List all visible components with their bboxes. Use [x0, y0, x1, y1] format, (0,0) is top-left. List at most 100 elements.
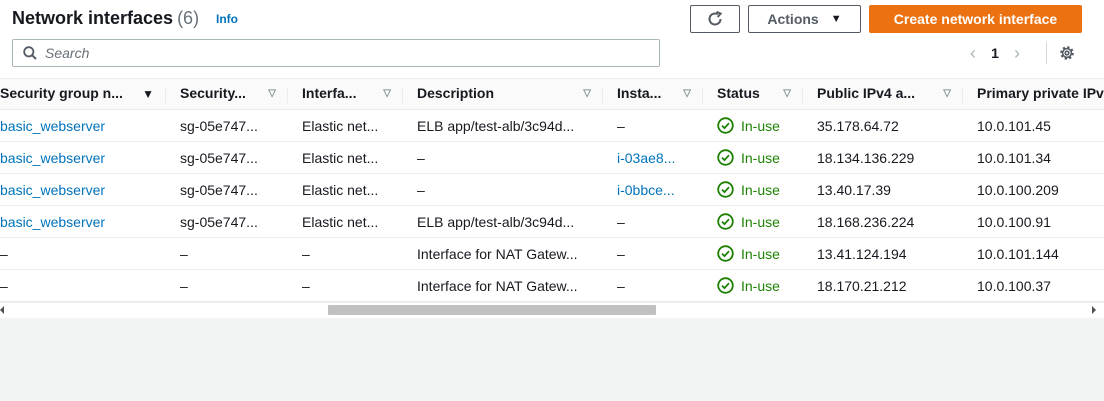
sort-icon: ▽	[268, 88, 276, 99]
cell-security-group-id: –	[166, 269, 288, 302]
cell-public-ipv4: 13.40.17.39	[803, 173, 963, 206]
column-header-security-group-id[interactable]: Security... ▽	[166, 78, 288, 110]
status-text: In-use	[741, 277, 780, 294]
status-text: In-use	[741, 245, 780, 262]
table-row[interactable]: basic_webserver sg-05e747... Elastic net..…	[0, 205, 1104, 238]
cell-security-group-id: –	[166, 237, 288, 270]
cell-public-ipv4: 35.178.64.72	[803, 109, 963, 142]
cell-security-group-name: basic_webserver	[0, 173, 166, 206]
cell-instance-id: i-03ae8...	[603, 141, 703, 174]
cell-instance-id: –	[603, 109, 703, 142]
cell-security-group-id: sg-05e747...	[166, 109, 288, 142]
sort-icon: ▽	[383, 88, 391, 99]
refresh-button[interactable]	[690, 5, 740, 33]
network-interfaces-table: Security group n... ▼ Security... ▽ Interf…	[0, 78, 1104, 302]
scrollbar-thumb[interactable]	[328, 305, 656, 315]
cell-status: In-use	[703, 237, 803, 270]
create-network-interface-button[interactable]: Create network interface	[869, 5, 1082, 33]
cell-primary-private-ipv4: 10.0.100.37	[963, 269, 1104, 302]
check-circle-icon	[717, 181, 734, 198]
table-header-row: Security group n... ▼ Security... ▽ Interf…	[0, 78, 1104, 110]
status-indicator: In-use	[717, 245, 803, 262]
check-circle-icon	[717, 245, 734, 262]
cell-security-group-name: basic_webserver	[0, 141, 166, 174]
status-text: In-use	[741, 117, 780, 134]
previous-page-icon[interactable]: ‹	[962, 43, 984, 64]
cell-primary-private-ipv4: 10.0.100.91	[963, 205, 1104, 238]
search-bar	[12, 39, 660, 67]
cell-instance-id-link[interactable]: i-0bbce...	[617, 182, 675, 198]
table-row[interactable]: basic_webserver sg-05e747... Elastic net..…	[0, 109, 1104, 142]
column-header-description[interactable]: Description ▽	[403, 78, 603, 110]
cell-security-group-id: sg-05e747...	[166, 205, 288, 238]
cell-instance-id-link[interactable]: i-03ae8...	[617, 150, 675, 166]
cell-security-group-name: –	[0, 269, 166, 302]
cell-interface-type: –	[288, 237, 403, 270]
cell-description: –	[403, 141, 603, 174]
scroll-right-arrow-icon[interactable]	[1092, 306, 1096, 314]
cell-description: Interface for NAT Gatew...	[403, 269, 603, 302]
next-page-icon[interactable]: ›	[1006, 43, 1028, 64]
item-count: (6)	[177, 8, 200, 28]
table-row[interactable]: basic_webserver sg-05e747... Elastic net..…	[0, 173, 1104, 206]
cell-public-ipv4: 18.134.136.229	[803, 141, 963, 174]
sort-descending-icon: ▼	[142, 87, 154, 101]
cell-interface-type: Elastic net...	[288, 109, 403, 142]
status-text: In-use	[741, 213, 780, 230]
cell-security-group-name-link[interactable]: basic_webserver	[0, 214, 105, 230]
cell-public-ipv4: 13.41.124.194	[803, 237, 963, 270]
cell-security-group-name-link[interactable]: basic_webserver	[0, 118, 105, 134]
status-text: In-use	[741, 149, 780, 166]
cell-instance-id: –	[603, 205, 703, 238]
page-title: Network interfaces (6)	[12, 8, 199, 29]
cell-primary-private-ipv4: 10.0.101.45	[963, 109, 1104, 142]
sort-icon: ▽	[683, 88, 691, 99]
column-header-public-ipv4[interactable]: Public IPv4 a... ▽	[803, 78, 963, 110]
horizontal-scrollbar[interactable]	[0, 302, 1104, 318]
check-circle-icon	[717, 149, 734, 166]
cell-instance-id: i-0bbce...	[603, 173, 703, 206]
scroll-left-arrow-icon[interactable]	[0, 306, 4, 314]
column-header-security-group-name[interactable]: Security group n... ▼	[0, 78, 166, 110]
cell-status: In-use	[703, 109, 803, 142]
cell-security-group-name: basic_webserver	[0, 205, 166, 238]
sort-icon: ▽	[783, 88, 791, 99]
table-row[interactable]: – – – Interface for NAT Gatew... – In-use 18.1…	[0, 269, 1104, 302]
network-interfaces-panel: Network interfaces (6) Info Actions ▼ Cre…	[0, 0, 1104, 318]
table-row[interactable]: basic_webserver sg-05e747... Elastic net..…	[0, 141, 1104, 174]
check-circle-icon	[717, 213, 734, 230]
cell-description: ELB app/test-alb/3c94d...	[403, 205, 603, 238]
cell-public-ipv4: 18.168.236.224	[803, 205, 963, 238]
cell-interface-type: Elastic net...	[288, 141, 403, 174]
search-icon	[23, 46, 37, 60]
cell-primary-private-ipv4: 10.0.101.144	[963, 237, 1104, 270]
column-header-instance-id[interactable]: Insta... ▽	[603, 78, 703, 110]
actions-label: Actions	[767, 11, 819, 27]
info-link[interactable]: Info	[216, 12, 238, 26]
column-header-interface-type[interactable]: Interfa... ▽	[288, 78, 403, 110]
cell-security-group-name-link[interactable]: basic_webserver	[0, 182, 105, 198]
cell-public-ipv4: 18.170.21.212	[803, 269, 963, 302]
cell-primary-private-ipv4: 10.0.100.209	[963, 173, 1104, 206]
sort-icon: ▽	[943, 88, 951, 99]
column-header-status[interactable]: Status ▽	[703, 78, 803, 110]
actions-dropdown-button[interactable]: Actions ▼	[748, 5, 861, 33]
divider	[1046, 42, 1047, 64]
cell-status: In-use	[703, 141, 803, 174]
page-title-text: Network interfaces	[12, 8, 174, 28]
cell-instance-id: –	[603, 237, 703, 270]
column-header-primary-private-ipv4[interactable]: Primary private IPv	[963, 78, 1104, 110]
caret-down-icon: ▼	[830, 13, 842, 25]
status-text: In-use	[741, 181, 780, 198]
cell-interface-type: Elastic net...	[288, 205, 403, 238]
table-row[interactable]: – – – Interface for NAT Gatew... – In-use 13.4…	[0, 237, 1104, 270]
refresh-icon	[708, 10, 723, 26]
gear-icon[interactable]	[1058, 44, 1076, 62]
cell-instance-id: –	[603, 269, 703, 302]
cell-security-group-name-link[interactable]: basic_webserver	[0, 150, 105, 166]
pagination: ‹ 1 ›	[962, 42, 1028, 64]
search-input[interactable]	[45, 45, 645, 61]
cell-description: Interface for NAT Gatew...	[403, 237, 603, 270]
current-page-number[interactable]: 1	[984, 45, 1006, 61]
cell-security-group-name: –	[0, 237, 166, 270]
